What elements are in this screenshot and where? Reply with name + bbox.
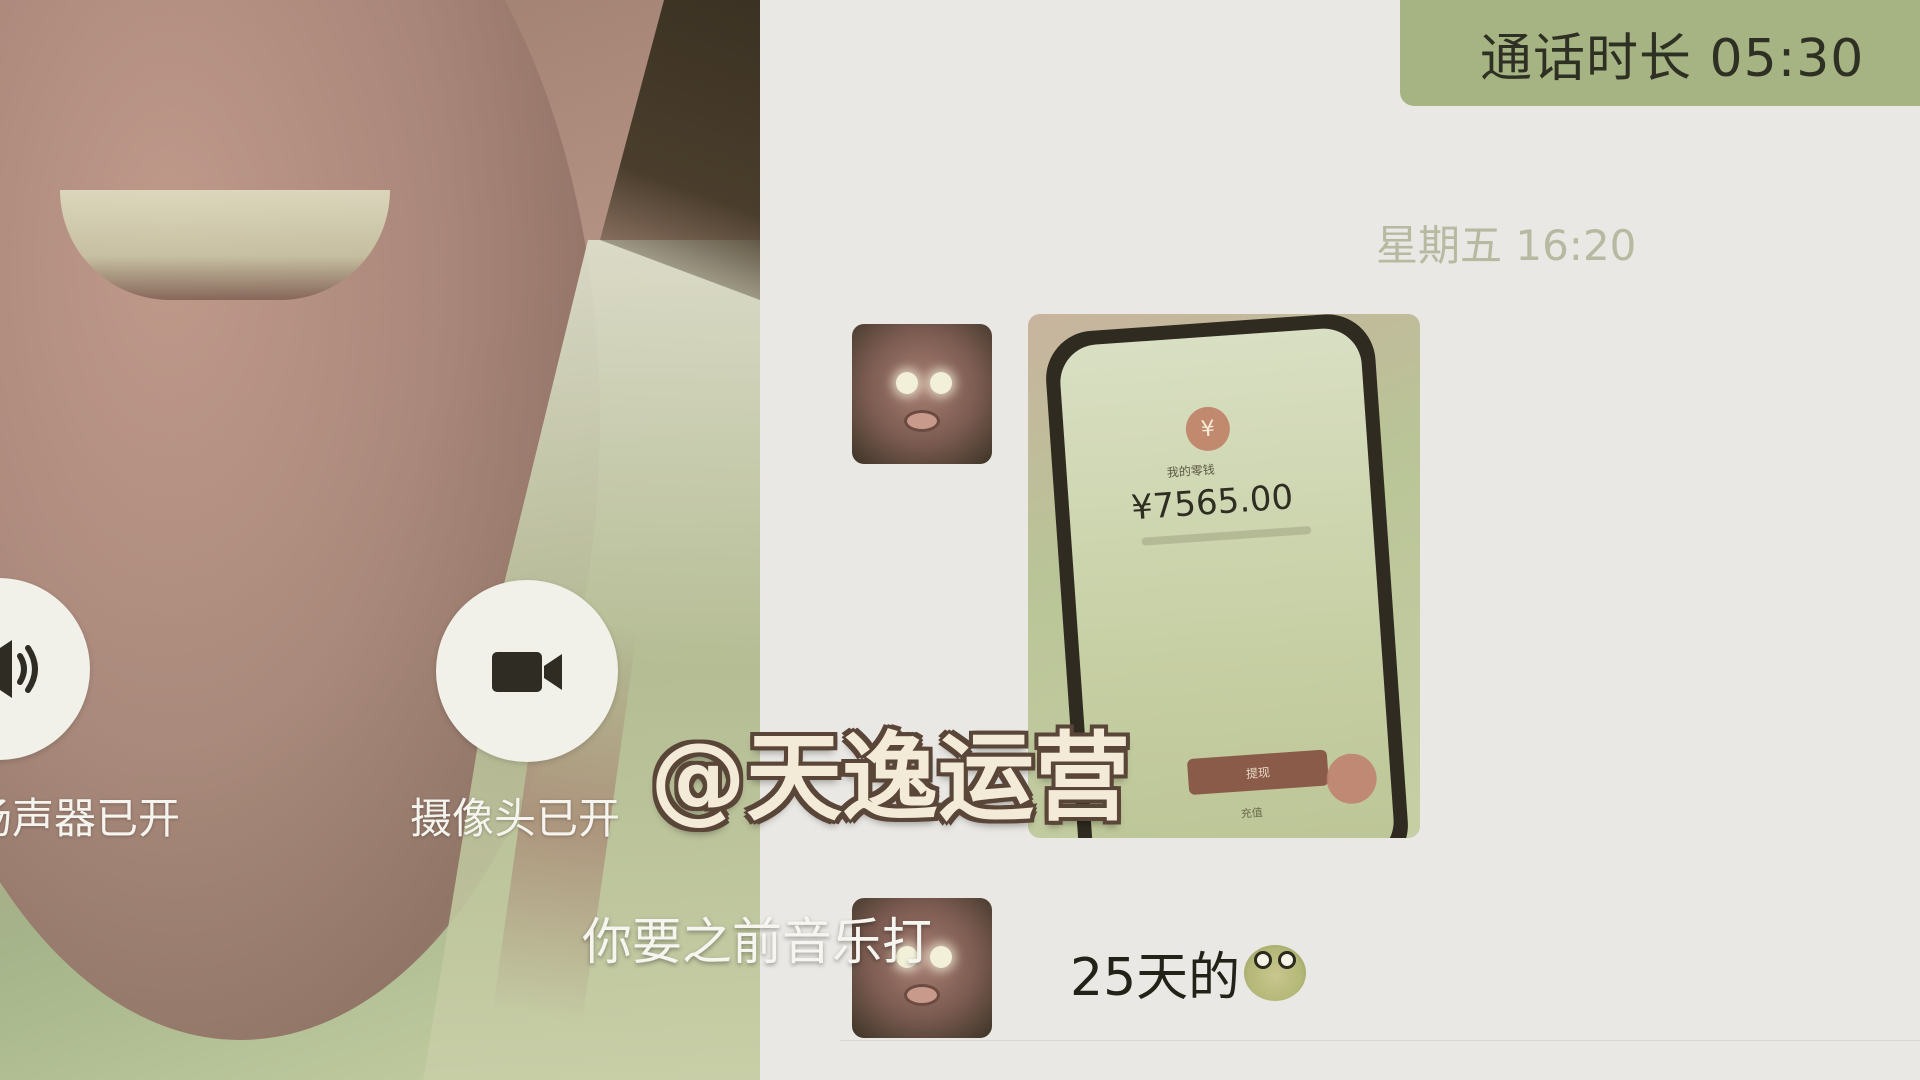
text-message-content: 25天的	[1070, 948, 1241, 1008]
watermark: @天逸运营	[650, 722, 1130, 834]
emoji-detail	[1254, 950, 1273, 969]
call-record-bubble[interactable]: 通话时长 05:30	[1400, 0, 1920, 106]
speaker-icon	[0, 640, 38, 698]
camera-toggle-button[interactable]	[436, 580, 618, 762]
emoji-detail	[1278, 950, 1297, 969]
text-message[interactable]: 25天的	[1070, 935, 1307, 1010]
balance-amount: ¥7565.00	[1129, 477, 1295, 529]
video-subtitle: 你要之前音乐打	[582, 913, 932, 971]
avatar-detail	[930, 946, 952, 968]
frog-emoji-icon	[1244, 944, 1307, 1001]
camera-status-label: 摄像头已开	[410, 794, 621, 843]
avatar-detail	[904, 984, 940, 1006]
withdraw-button: 提现	[1186, 749, 1330, 796]
avatar[interactable]	[852, 324, 992, 464]
speaker-status-label: 扬声器已开	[0, 794, 181, 843]
coin-icon: ¥	[1184, 405, 1232, 453]
recharge-link: 充值	[1240, 806, 1264, 821]
phone-hint-line	[1141, 525, 1312, 546]
message-timestamp: 星期五 16:20	[1376, 221, 1637, 270]
chat-view: 通话时长 05:30 星期五 16:20 ¥ 我的零钱 ¥7565.00 提现 …	[760, 0, 1920, 1080]
call-duration-text: 通话时长 05:30	[1480, 28, 1865, 89]
floating-button	[1324, 752, 1379, 806]
divider	[840, 1040, 1920, 1041]
avatar-detail	[896, 372, 918, 394]
video-camera-icon	[492, 652, 562, 692]
avatar-detail	[930, 372, 952, 394]
avatar-detail	[904, 410, 940, 432]
balance-label: 我的零钱	[1166, 462, 1216, 480]
